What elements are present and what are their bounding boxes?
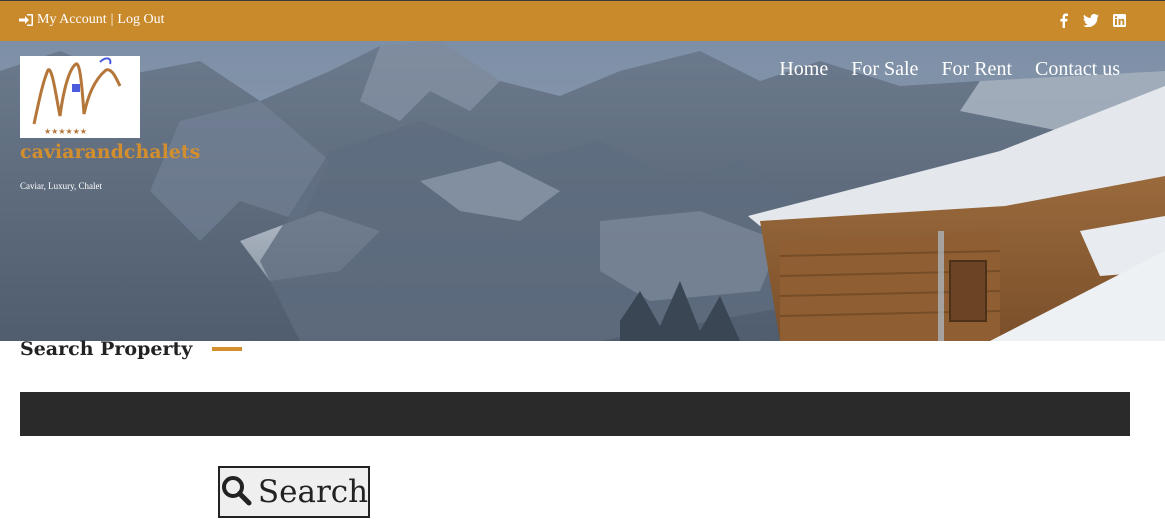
logo-stars: ★★★★★★ <box>44 127 87 136</box>
search-button[interactable]: Search <box>218 466 370 518</box>
log-out-link[interactable]: Log Out <box>117 12 164 28</box>
facebook-icon[interactable] <box>1055 12 1071 28</box>
account-separator: | <box>110 12 114 27</box>
account-links: My Account | Log Out <box>19 12 164 28</box>
search-filter-bar <box>20 392 1130 436</box>
nav-for-rent[interactable]: For Rent <box>941 58 1012 81</box>
heading-accent-bar <box>212 347 243 351</box>
nav-for-sale[interactable]: For Sale <box>851 58 918 81</box>
search-icon <box>220 474 252 510</box>
linkedin-icon[interactable] <box>1111 12 1127 28</box>
social-links <box>1055 12 1127 28</box>
mountain-chalet-image <box>0 41 1165 341</box>
sign-in-icon <box>19 14 33 26</box>
search-button-label: Search <box>257 474 369 510</box>
site-logo[interactable]: ★★★★★★ <box>20 56 140 138</box>
search-property-heading: Search Property <box>20 338 243 360</box>
site-tagline: Caviar, Luxury, Chalet <box>20 181 103 191</box>
twitter-icon[interactable] <box>1083 12 1099 28</box>
hero-banner: ★★★★★★ caviarandchalets Caviar, Luxury, … <box>0 41 1165 341</box>
my-account-link[interactable]: My Account <box>37 12 107 28</box>
top-bar: My Account | Log Out <box>0 0 1165 41</box>
nav-home[interactable]: Home <box>779 58 828 81</box>
main-nav: Home For Sale For Rent Contact us <box>779 58 1120 81</box>
search-property-title: Search Property <box>20 338 193 360</box>
site-title[interactable]: caviarandchalets <box>20 141 200 163</box>
nav-contact-us[interactable]: Contact us <box>1035 58 1120 81</box>
